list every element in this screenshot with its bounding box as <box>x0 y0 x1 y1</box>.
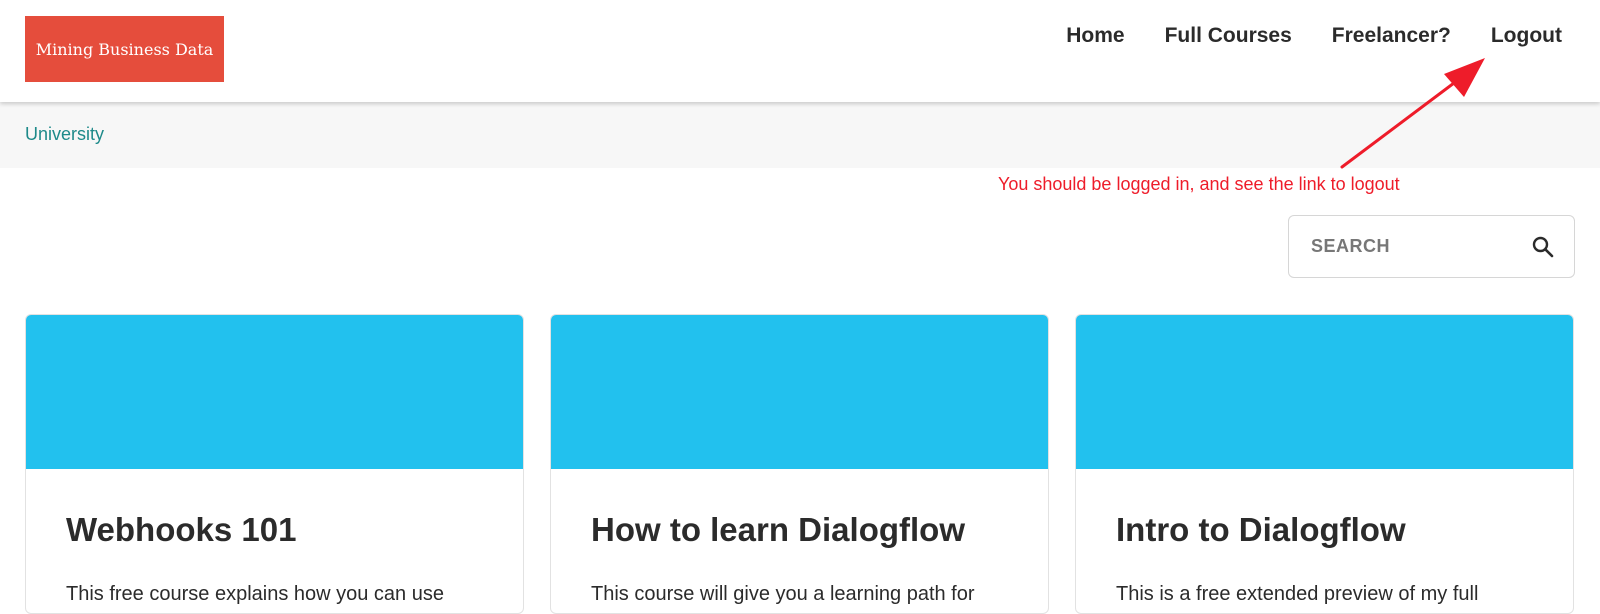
course-description: This course will give you a learning pat… <box>591 583 975 605</box>
course-card[interactable]: Intro to Dialogflow This is a free exten… <box>1075 314 1574 614</box>
course-description: This is a free extended preview of my fu… <box>1116 583 1479 605</box>
nav-home-link[interactable]: Home <box>1066 24 1124 48</box>
breadcrumb-university-link[interactable]: University <box>25 124 104 145</box>
main-nav: Home Full Courses Freelancer? Logout <box>1066 24 1562 48</box>
course-title[interactable]: Intro to Dialogflow <box>1116 511 1406 549</box>
site-logo[interactable]: Mining Business Data <box>25 16 224 82</box>
annotation-arrow-icon <box>1340 58 1485 169</box>
nav-freelancer-link[interactable]: Freelancer? <box>1332 24 1451 48</box>
course-card-image[interactable] <box>1076 315 1573 469</box>
course-card-image[interactable] <box>26 315 523 469</box>
nav-full-courses-link[interactable]: Full Courses <box>1165 24 1292 48</box>
annotation-note: You should be logged in, and see the lin… <box>998 174 1400 194</box>
search-input[interactable] <box>1309 216 1529 277</box>
course-title[interactable]: How to learn Dialogflow <box>591 511 965 549</box>
nav-logout-link[interactable]: Logout <box>1491 24 1562 48</box>
course-title[interactable]: Webhooks 101 <box>66 511 296 549</box>
course-card[interactable]: How to learn Dialogflow This course will… <box>550 314 1049 614</box>
course-card-image[interactable] <box>551 315 1048 469</box>
course-card[interactable]: Webhooks 101 This free course explains h… <box>25 314 524 614</box>
search-box <box>1288 215 1575 278</box>
search-icon[interactable] <box>1530 234 1556 260</box>
course-description: This free course explains how you can us… <box>66 583 444 605</box>
